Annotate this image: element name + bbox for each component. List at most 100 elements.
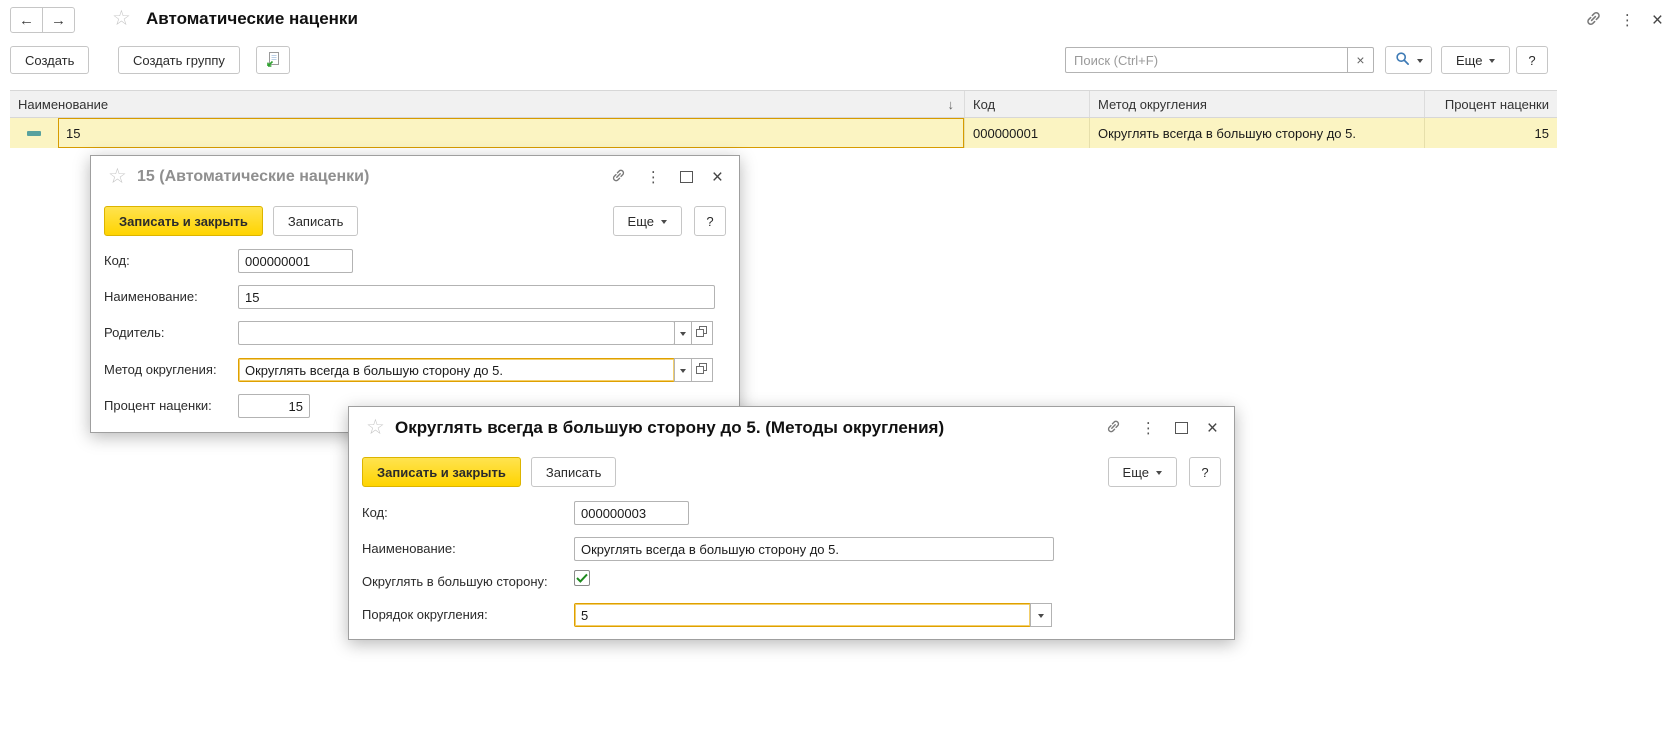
save-and-close-label: Записать и закрыть (377, 465, 506, 480)
more-button-label: Еще (628, 214, 654, 229)
method-open-button[interactable] (691, 358, 713, 382)
column-header-method-label: Метод округления (1098, 97, 1207, 112)
name-label: Наименование: (362, 541, 456, 556)
chevron-down-icon (680, 369, 686, 373)
close-icon[interactable]: × (1652, 11, 1663, 30)
help-button[interactable]: ? (1516, 46, 1548, 74)
parent-dropdown-button[interactable] (674, 321, 692, 345)
forward-button[interactable]: → (42, 7, 75, 33)
save-button[interactable]: Записать (531, 457, 617, 487)
dialog-command-bar-right: Еще ? (613, 206, 726, 236)
row-icon-cell (10, 118, 58, 148)
dialog-title: Округлять всегда в большую сторону до 5.… (395, 418, 944, 438)
search-area: × (1065, 47, 1374, 73)
parent-label: Родитель: (104, 325, 164, 340)
link-icon[interactable] (610, 167, 627, 187)
cell-method[interactable]: Округлять всегда в большую сторону до 5. (1090, 118, 1425, 148)
more-menu-icon[interactable]: ⋮ (1141, 421, 1156, 436)
chevron-down-icon (1038, 614, 1044, 618)
more-button-label: Еще (1456, 53, 1482, 68)
checkmark-icon (576, 571, 588, 586)
help-button-label: ? (706, 214, 713, 229)
clear-icon: × (1356, 52, 1364, 68)
column-header-method[interactable]: Метод округления (1090, 91, 1425, 117)
dialog-star-icon[interactable]: ☆ (366, 417, 385, 438)
code-label: Код: (104, 253, 130, 268)
percent-field[interactable] (238, 394, 310, 418)
link-icon[interactable] (1584, 9, 1603, 31)
code-field[interactable] (238, 249, 353, 273)
copy-document-icon (265, 51, 281, 70)
method-dropdown-button[interactable] (674, 358, 692, 382)
page-title: Автоматические наценки (146, 9, 358, 29)
dialog-star-icon[interactable]: ☆ (108, 166, 127, 187)
chevron-down-icon (1489, 59, 1495, 63)
name-field[interactable] (238, 285, 715, 309)
parent-open-button[interactable] (691, 321, 713, 345)
help-button[interactable]: ? (694, 206, 726, 236)
help-button-label: ? (1528, 53, 1535, 68)
create-group-button[interactable]: Создать группу (118, 46, 240, 74)
column-header-name[interactable]: Наименование ↓ (10, 91, 965, 117)
help-button[interactable]: ? (1189, 457, 1221, 487)
save-and-close-button[interactable]: Записать и закрыть (362, 457, 521, 487)
save-and-close-button[interactable]: Записать и закрыть (104, 206, 263, 236)
cell-method-value: Округлять всегда в большую сторону до 5. (1098, 126, 1356, 141)
method-label: Метод округления: (104, 362, 217, 377)
method-field[interactable] (238, 358, 675, 382)
order-label: Порядок округления: (362, 607, 488, 622)
maximize-icon[interactable] (680, 171, 693, 183)
save-and-close-label: Записать и закрыть (119, 214, 248, 229)
help-button-label: ? (1201, 465, 1208, 480)
code-field[interactable] (574, 501, 689, 525)
save-label: Записать (546, 465, 602, 480)
cell-code-value: 000000001 (973, 126, 1038, 141)
cell-code[interactable]: 000000001 (965, 118, 1090, 148)
table-row[interactable]: 15 000000001 Округлять всегда в большую … (10, 118, 1557, 148)
chevron-down-icon (1417, 59, 1423, 63)
more-button[interactable]: Еще (1441, 46, 1510, 74)
search-icon (1395, 51, 1410, 69)
column-header-percent[interactable]: Процент наценки (1425, 91, 1557, 117)
name-label: Наименование: (104, 289, 198, 304)
search-button[interactable] (1385, 46, 1432, 74)
round-up-label: Округлять в большую сторону: (362, 574, 548, 589)
sort-desc-icon: ↓ (948, 97, 957, 112)
order-field[interactable] (574, 603, 1031, 627)
column-header-name-label: Наименование (18, 97, 108, 112)
save-button[interactable]: Записать (273, 206, 359, 236)
table-header: Наименование ↓ Код Метод округления Проц… (10, 90, 1557, 118)
dialog-command-bar-right: Еще ? (1108, 457, 1221, 487)
dialog-window-controls: ⋮ × (610, 167, 723, 187)
close-icon[interactable]: × (712, 168, 723, 187)
cell-name[interactable]: 15 (58, 118, 965, 148)
column-header-percent-label: Процент наценки (1445, 97, 1549, 112)
search-input[interactable] (1065, 47, 1348, 73)
more-menu-icon[interactable]: ⋮ (1620, 13, 1635, 28)
create-button[interactable]: Создать (10, 46, 89, 74)
more-menu-icon[interactable]: ⋮ (646, 170, 661, 185)
cell-percent-value: 15 (1535, 126, 1549, 141)
create-by-copy-button[interactable] (256, 46, 290, 74)
create-group-button-label: Создать группу (133, 53, 225, 68)
maximize-icon[interactable] (1175, 422, 1188, 434)
cell-percent[interactable]: 15 (1425, 118, 1557, 148)
dialog-markup-element: ☆ 15 (Автоматические наценки) ⋮ × Записа… (90, 155, 740, 433)
link-icon[interactable] (1105, 418, 1122, 438)
more-button-label: Еще (1123, 465, 1149, 480)
parent-field[interactable] (238, 321, 675, 345)
window-controls: ⋮ × (1584, 9, 1663, 31)
round-up-checkbox[interactable] (574, 570, 590, 586)
order-dropdown-button[interactable] (1030, 603, 1052, 627)
chevron-down-icon (1156, 471, 1162, 475)
dialog-title: 15 (Автоматические наценки) (137, 168, 369, 186)
more-button[interactable]: Еще (613, 206, 682, 236)
column-header-code[interactable]: Код (965, 91, 1090, 117)
close-icon[interactable]: × (1207, 419, 1218, 438)
name-field[interactable] (574, 537, 1054, 561)
more-button[interactable]: Еще (1108, 457, 1177, 487)
favorite-star-button[interactable]: ☆ (112, 8, 131, 29)
cell-name-value: 15 (66, 126, 80, 141)
search-clear-button[interactable]: × (1347, 47, 1374, 73)
back-button[interactable]: ← (10, 7, 43, 33)
